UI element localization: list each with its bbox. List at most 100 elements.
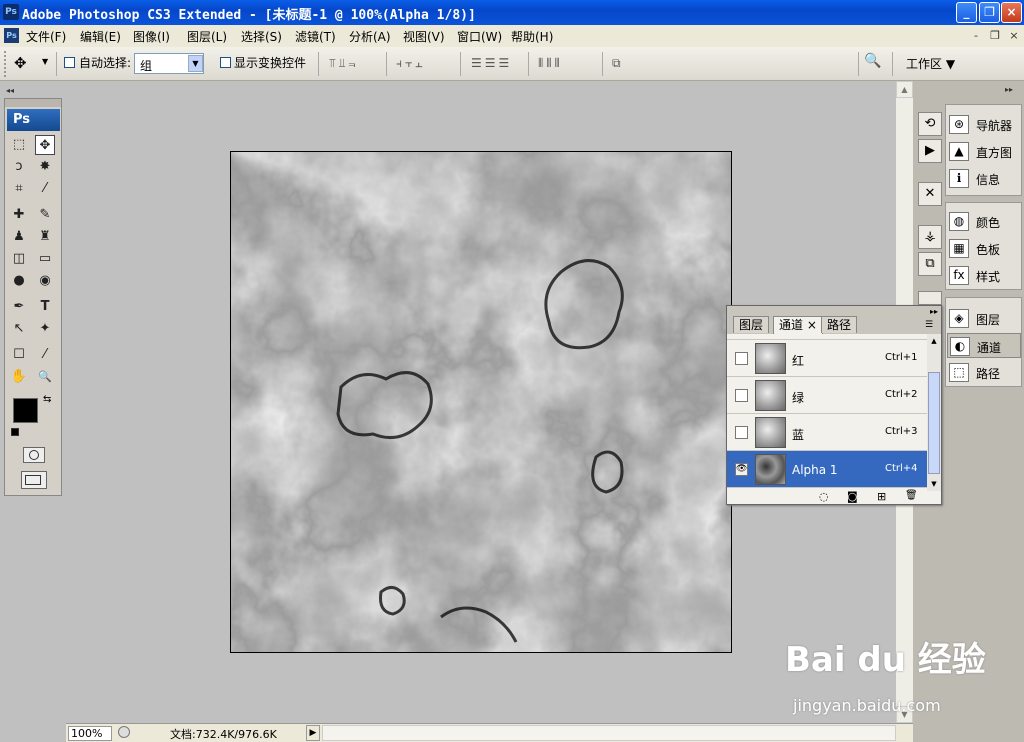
distribute-horizontal-icons[interactable]: ⦀⦀⦀ xyxy=(538,56,563,71)
menu-edit[interactable]: 编辑(E) xyxy=(80,28,121,45)
history-icon[interactable]: ⟲ xyxy=(918,112,942,136)
default-colors-icon[interactable] xyxy=(11,428,19,436)
histogram-panel-item[interactable]: ▲ 直方图 xyxy=(947,139,1021,164)
bridge-icon[interactable]: 🔍 xyxy=(864,53,881,69)
move-tool-icon[interactable]: ✥ xyxy=(14,54,27,72)
load-channel-selection-icon[interactable]: ◌ xyxy=(819,490,829,503)
layers-panel-item[interactable]: ◈ 图层 xyxy=(947,306,1021,331)
visibility-toggle[interactable] xyxy=(735,352,748,365)
brushes-icon[interactable]: ⚶ xyxy=(918,225,942,249)
foreground-color-swatch[interactable] xyxy=(13,398,38,423)
tab-layers[interactable]: 图层 xyxy=(733,316,770,333)
channels-panel-item[interactable]: ◐ 通道 xyxy=(947,333,1021,358)
eye-icon[interactable]: 👁 xyxy=(735,463,748,476)
slice-tool-icon[interactable]: ⁄ xyxy=(35,179,55,199)
marquee-tool-icon[interactable]: ⬚ xyxy=(9,135,29,155)
delete-channel-icon[interactable]: 🗑 xyxy=(905,490,918,501)
crop-tool-icon[interactable]: ⌗ xyxy=(9,179,29,199)
status-info-icon[interactable] xyxy=(118,726,130,738)
eraser-tool-icon[interactable]: ◫ xyxy=(9,249,29,269)
swap-colors-icon[interactable]: ⇆ xyxy=(43,394,51,405)
document-icon[interactable]: Ps xyxy=(4,28,19,43)
workspace-button[interactable]: 工作区 ▼ xyxy=(906,55,955,72)
history-brush-tool-icon[interactable]: ♜ xyxy=(35,227,55,247)
menu-file[interactable]: 文件(F) xyxy=(26,28,66,45)
channel-row-green[interactable]: 绿 Ctrl+2 xyxy=(727,377,927,414)
auto-select-checkbox[interactable] xyxy=(64,57,75,68)
menu-view[interactable]: 视图(V) xyxy=(403,28,445,45)
info-panel-item[interactable]: ℹ 信息 xyxy=(947,166,1021,191)
doc-minimize-button[interactable]: - xyxy=(968,29,984,43)
align-top-icons[interactable]: ⫪⫫⫬ xyxy=(329,56,359,71)
path-selection-tool-icon[interactable]: ↖ xyxy=(9,319,29,339)
tool-preset-dropdown-icon[interactable]: ▼ xyxy=(42,57,48,66)
menu-help[interactable]: 帮助(H) xyxy=(511,28,553,45)
menu-select[interactable]: 选择(S) xyxy=(241,28,282,45)
notes-tool-icon[interactable]: ☐ xyxy=(9,345,29,365)
dodge-tool-icon[interactable]: ◉ xyxy=(35,271,55,291)
styles-panel-item[interactable]: fx 样式 xyxy=(947,263,1021,288)
tab-paths[interactable]: 路径 xyxy=(821,316,858,333)
panel-menu-icon[interactable]: ☰ xyxy=(925,320,933,330)
visibility-toggle[interactable] xyxy=(735,389,748,402)
visibility-toggle[interactable] xyxy=(735,426,748,439)
menu-image[interactable]: 图像(I) xyxy=(133,28,170,45)
menu-filter[interactable]: 滤镜(T) xyxy=(295,28,336,45)
zoom-tool-icon[interactable]: 🔍 xyxy=(35,367,55,387)
screen-mode-icon[interactable] xyxy=(21,471,47,489)
channels-scrollbar[interactable]: ▲ ▼ xyxy=(927,334,941,491)
tab-close-icon[interactable]: × xyxy=(807,318,817,332)
auto-select-dropdown[interactable]: 组 ▼ xyxy=(134,53,204,74)
maximize-button[interactable]: ❐ xyxy=(979,2,1000,23)
channels-panel-tab-row[interactable]: ▸▸ 图层 通道 × 路径 ☰ xyxy=(727,306,941,334)
clone-stamp-tool-icon[interactable]: ♟ xyxy=(9,227,29,247)
quick-mask-icon[interactable] xyxy=(23,447,45,463)
tab-channels[interactable]: 通道 × xyxy=(773,316,823,334)
gradient-tool-icon[interactable]: ▭ xyxy=(35,249,55,269)
hand-tool-icon[interactable]: ✋ xyxy=(9,367,29,387)
minimize-button[interactable]: _ xyxy=(956,2,977,23)
scroll-thumb[interactable] xyxy=(928,372,940,474)
color-panel-item[interactable]: ◍ 颜色 xyxy=(947,209,1021,234)
toolbox-header[interactable] xyxy=(5,99,61,107)
new-channel-icon[interactable]: ⊞ xyxy=(877,490,886,503)
pen-tool-icon[interactable]: ✒ xyxy=(9,297,29,317)
scroll-down-button[interactable]: ▼ xyxy=(927,477,941,491)
move-tool-icon[interactable]: ✥ xyxy=(35,135,55,155)
align-left-icons[interactable]: ⫞⫟⫠ xyxy=(396,56,426,71)
zoom-level-field[interactable]: 100% xyxy=(68,726,112,741)
channel-row-blue[interactable]: 蓝 Ctrl+3 xyxy=(727,414,927,451)
layer-comps-icon[interactable] xyxy=(918,291,942,305)
channel-row-red[interactable]: 红 Ctrl+1 xyxy=(727,340,927,377)
doc-restore-button[interactable]: ❐ xyxy=(987,29,1003,43)
magic-wand-tool-icon[interactable]: ✸ xyxy=(35,157,55,177)
scroll-up-button[interactable]: ▲ xyxy=(927,334,941,348)
tool-presets-icon[interactable]: ✕ xyxy=(918,182,942,206)
distribute-vertical-icons[interactable]: ☰☰☰ xyxy=(471,56,512,70)
eyedropper-tool-icon[interactable]: ⁄ xyxy=(35,345,55,365)
menu-layer[interactable]: 图层(L) xyxy=(187,28,227,45)
custom-shape-tool-icon[interactable]: ✦ xyxy=(35,319,55,339)
options-grip[interactable] xyxy=(4,51,8,77)
paths-panel-item[interactable]: ⬚ 路径 xyxy=(947,360,1021,385)
healing-brush-tool-icon[interactable]: ✚ xyxy=(9,205,29,225)
brush-tool-icon[interactable]: ✎ xyxy=(35,205,55,225)
type-tool-icon[interactable]: T xyxy=(35,297,55,317)
show-transform-checkbox[interactable] xyxy=(220,57,231,68)
navigator-panel-item[interactable]: ⊛ 导航器 xyxy=(947,112,1021,137)
menu-window[interactable]: 窗口(W) xyxy=(457,28,502,45)
auto-align-icon[interactable]: ⧉ xyxy=(612,56,621,71)
dock-collapse-icon[interactable]: ▸▸ xyxy=(1005,85,1013,94)
document-canvas[interactable] xyxy=(230,151,732,653)
save-selection-as-channel-icon[interactable]: ◙ xyxy=(847,490,858,503)
panel-collapse-icon[interactable]: ▸▸ xyxy=(930,307,938,316)
lasso-tool-icon[interactable]: ↄ xyxy=(9,157,29,177)
channel-row-alpha-1[interactable]: 👁 Alpha 1 Ctrl+4 xyxy=(727,451,927,488)
blur-tool-icon[interactable]: ● xyxy=(9,271,29,291)
close-button[interactable]: × xyxy=(1001,2,1022,23)
scroll-up-button[interactable]: ▲ xyxy=(896,81,913,98)
toolbox-collapse-icon[interactable]: ◂◂ xyxy=(6,86,14,95)
horizontal-scrollbar[interactable] xyxy=(322,725,896,741)
menu-analysis[interactable]: 分析(A) xyxy=(349,28,391,45)
clone-source-icon[interactable]: ⧉ xyxy=(918,252,942,276)
